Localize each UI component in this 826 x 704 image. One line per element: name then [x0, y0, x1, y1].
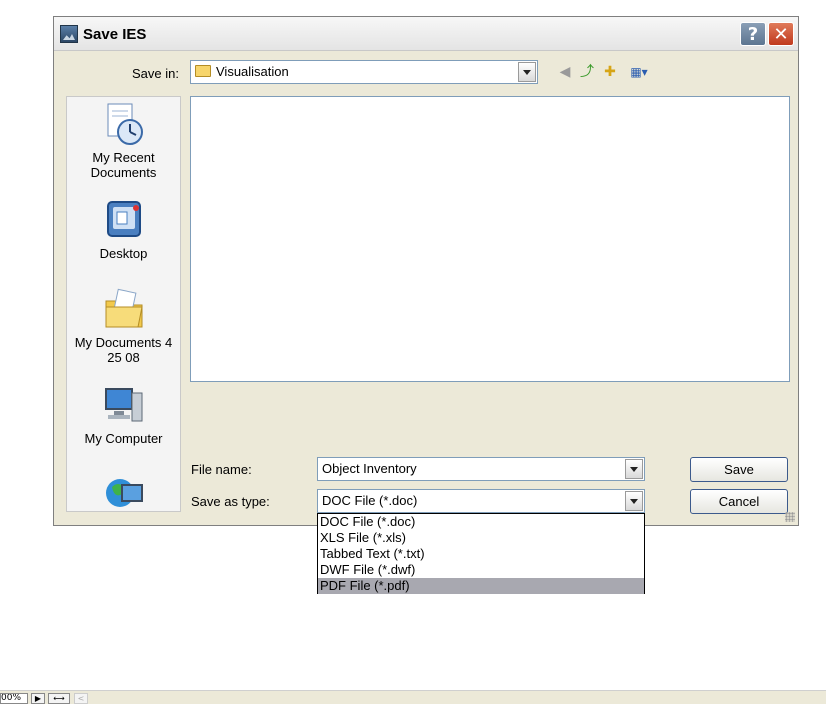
- dropdown-option-xls[interactable]: XLS File (*.xls): [318, 530, 644, 546]
- place-label: My Documents 4 25 08: [74, 335, 173, 365]
- back-icon[interactable]: ◀: [556, 63, 574, 81]
- chevron-down-icon[interactable]: [625, 491, 643, 511]
- up-folder-icon[interactable]: ⤴: [578, 63, 596, 81]
- network-places-icon: [102, 471, 146, 511]
- place-label: My Recent Documents: [90, 150, 157, 180]
- my-documents-icon: [102, 287, 146, 331]
- save-button[interactable]: Save: [690, 457, 788, 482]
- file-name-value: Object Inventory: [322, 461, 417, 476]
- save-dialog: Save IES ? ✕ Save in: Visualisation ◀ ⤴ …: [53, 16, 799, 526]
- place-my-recent-documents[interactable]: My Recent Documents: [67, 102, 180, 180]
- place-label: Desktop: [99, 246, 148, 261]
- fit-width-button[interactable]: ⟷: [48, 693, 70, 704]
- save-as-type-label: Save as type:: [191, 494, 270, 509]
- next-page-button[interactable]: ▶: [31, 693, 45, 704]
- resize-grip[interactable]: [785, 512, 795, 522]
- bottom-toolbar: 00% ▶ ⟷ <: [0, 690, 826, 704]
- app-icon: [60, 25, 78, 43]
- places-bar: My Recent Documents Desktop My Documents…: [66, 96, 181, 512]
- place-network[interactable]: [67, 471, 180, 511]
- save-as-type-select[interactable]: DOC File (*.doc): [317, 489, 645, 513]
- recent-documents-icon: [102, 102, 146, 146]
- save-in-combo[interactable]: Visualisation: [190, 60, 538, 84]
- save-in-value: Visualisation: [216, 64, 289, 79]
- title-bar[interactable]: Save IES ? ✕: [54, 17, 798, 51]
- place-my-computer[interactable]: My Computer: [67, 383, 180, 446]
- new-folder-icon[interactable]: ✚: [601, 63, 619, 81]
- dropdown-option-pdf[interactable]: PDF File (*.pdf): [318, 578, 644, 594]
- dropdown-option-dwf[interactable]: DWF File (*.dwf): [318, 562, 644, 578]
- place-my-documents[interactable]: My Documents 4 25 08: [67, 287, 180, 365]
- my-computer-icon: [102, 383, 146, 427]
- dropdown-option-doc[interactable]: DOC File (*.doc): [318, 514, 644, 530]
- desktop-icon: [102, 198, 146, 242]
- place-desktop[interactable]: Desktop: [67, 198, 180, 261]
- save-as-type-value: DOC File (*.doc): [322, 493, 418, 508]
- close-button[interactable]: ✕: [768, 22, 794, 46]
- chevron-down-icon[interactable]: [625, 459, 643, 479]
- zoom-field[interactable]: 00%: [0, 693, 28, 704]
- dropdown-option-txt[interactable]: Tabbed Text (*.txt): [318, 546, 644, 562]
- views-menu-icon[interactable]: ▦▾: [625, 63, 653, 81]
- place-label: My Computer: [84, 431, 163, 446]
- file-list[interactable]: [190, 96, 790, 382]
- save-in-label: Save in:: [132, 66, 179, 81]
- file-name-input[interactable]: Object Inventory: [317, 457, 645, 481]
- folder-icon: [195, 65, 211, 77]
- scroll-left-button[interactable]: <: [74, 693, 88, 704]
- save-as-type-dropdown: DOC File (*.doc) XLS File (*.xls) Tabbed…: [317, 513, 645, 594]
- file-name-label: File name:: [191, 462, 252, 477]
- chevron-down-icon[interactable]: [518, 62, 536, 82]
- dialog-title: Save IES: [83, 26, 147, 43]
- cancel-button[interactable]: Cancel: [690, 489, 788, 514]
- help-button[interactable]: ?: [740, 22, 766, 46]
